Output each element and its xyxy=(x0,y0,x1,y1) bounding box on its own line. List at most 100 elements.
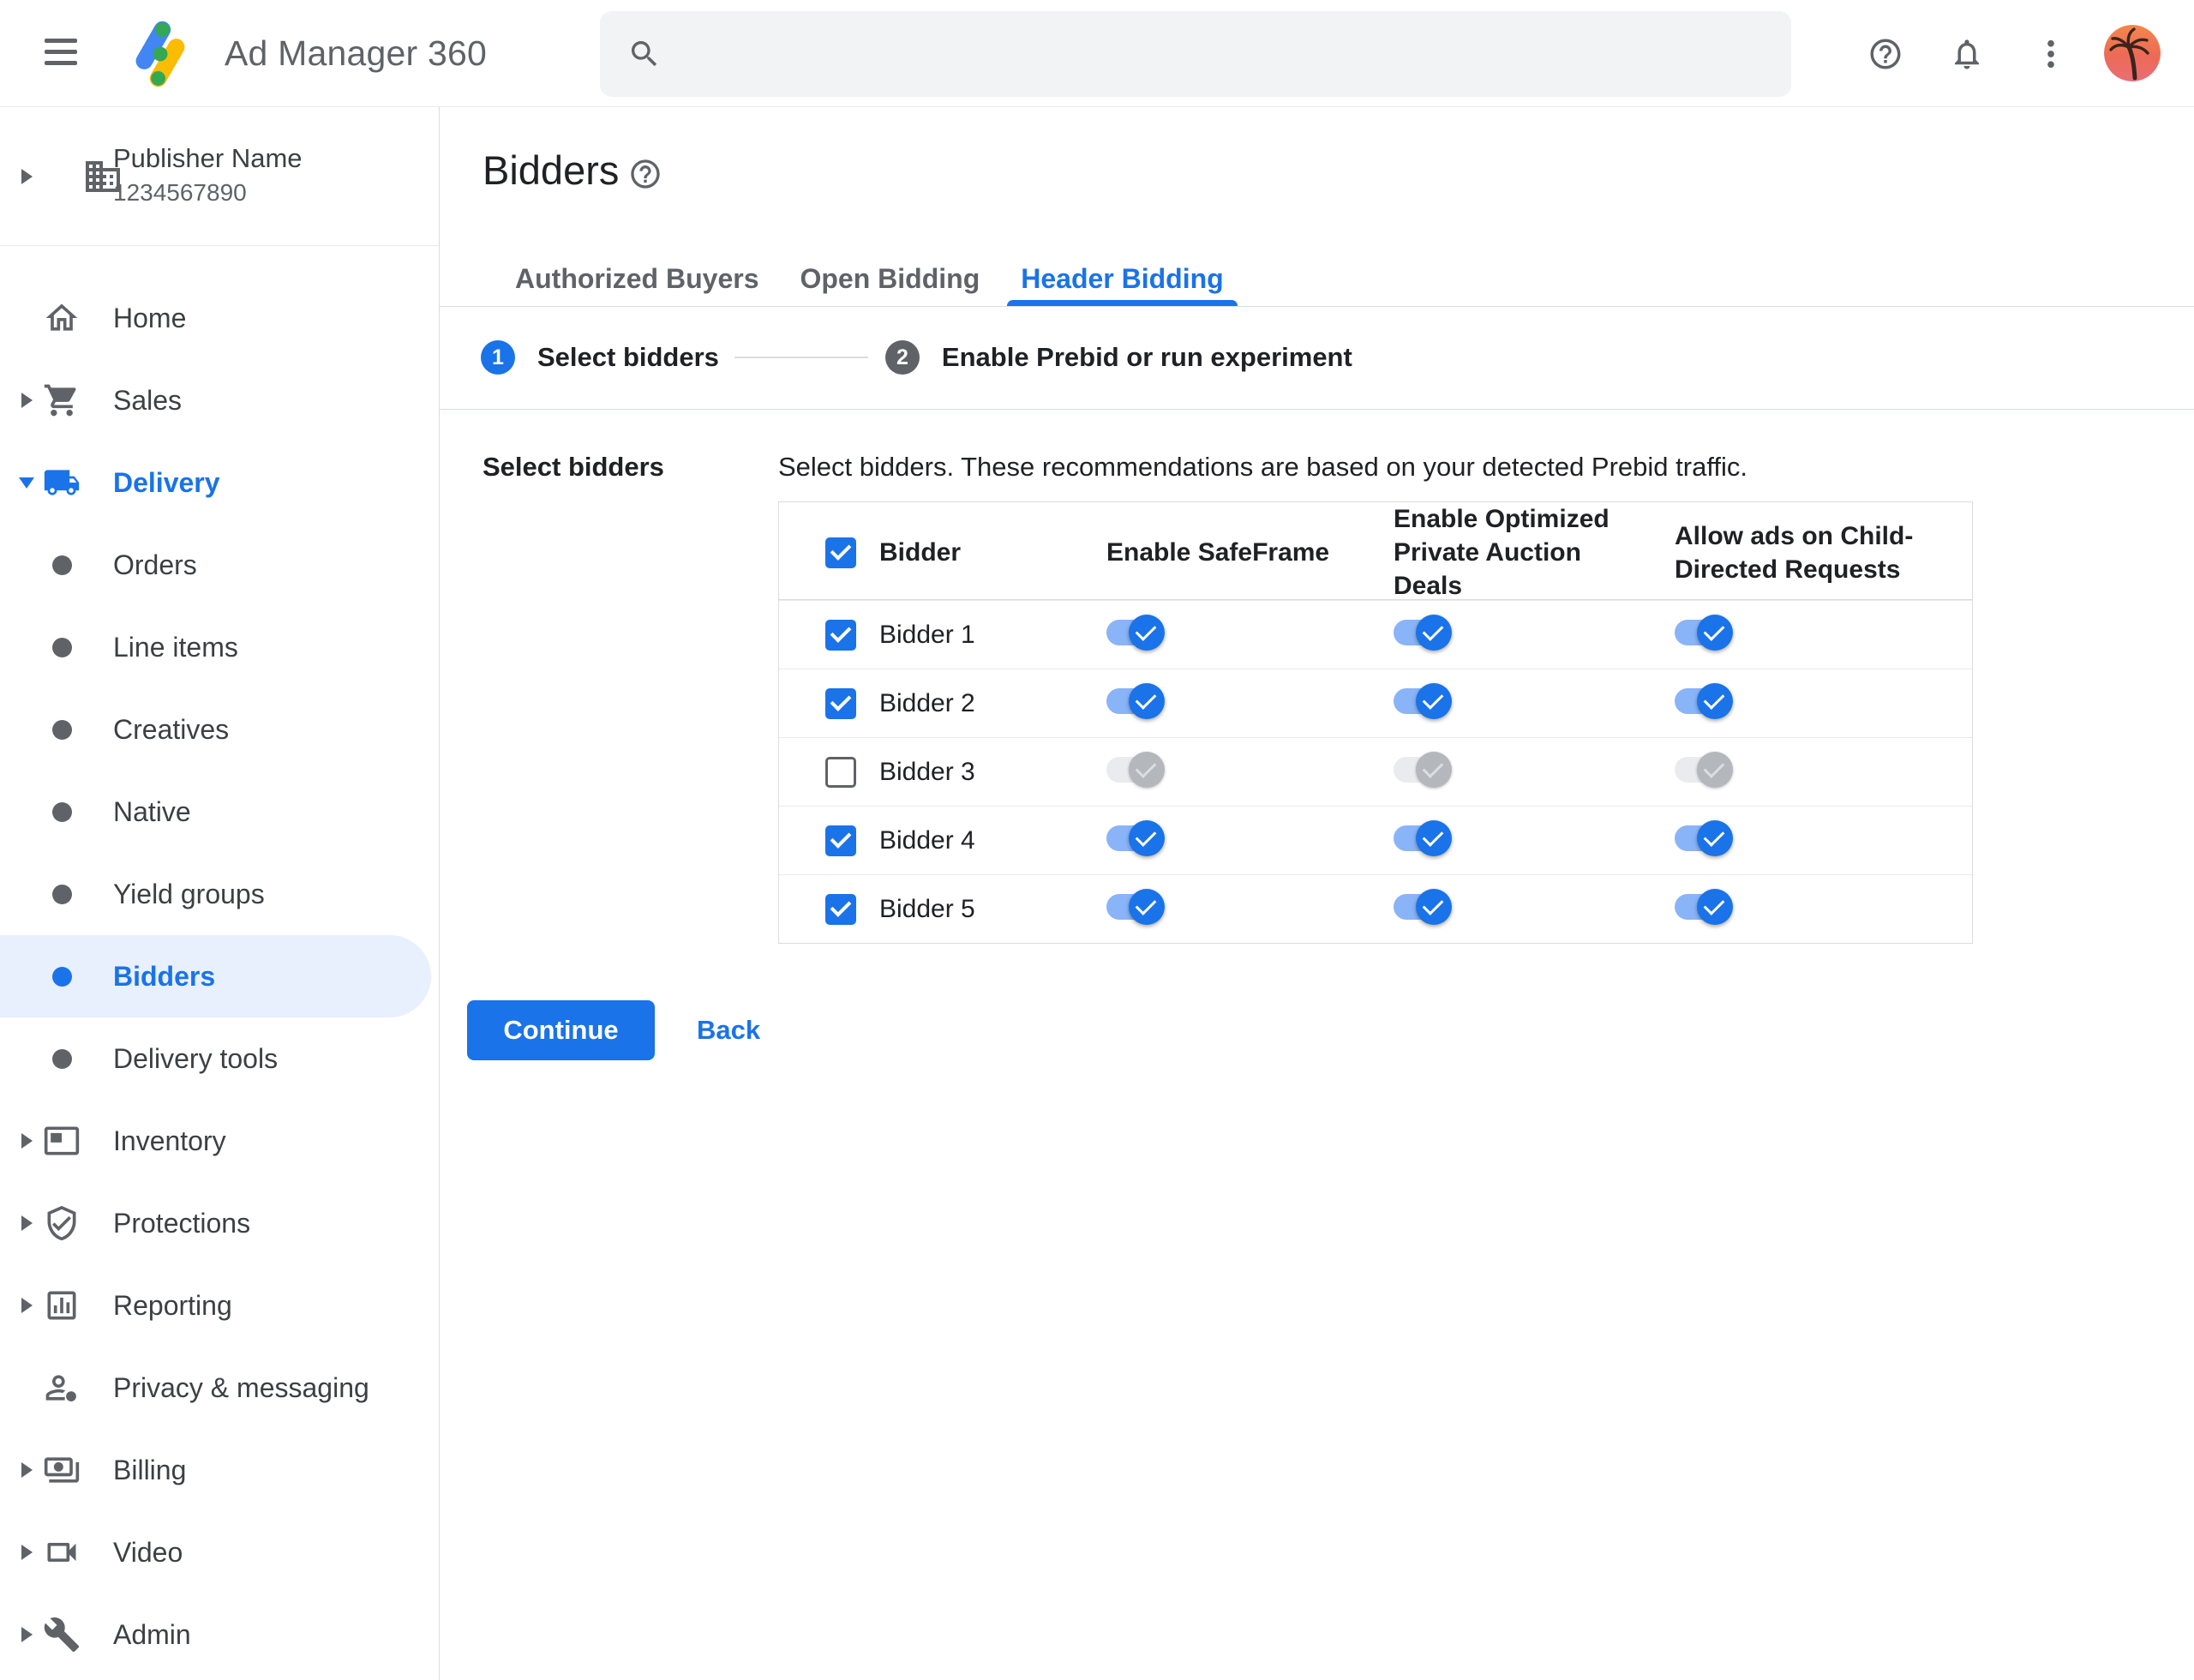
step-2-circle: 2 xyxy=(884,340,920,375)
sidebar-item-line-items[interactable]: Line items xyxy=(0,606,431,688)
child-directed-toggle[interactable] xyxy=(1675,683,1733,719)
sidebar-item-home[interactable]: Home xyxy=(0,277,431,359)
tab-open-bidding[interactable]: Open Bidding xyxy=(779,253,1000,306)
sidebar-item-creatives[interactable]: Creatives xyxy=(0,688,431,771)
optimized-deals-toggle[interactable] xyxy=(1394,889,1452,925)
tab-authorized-buyers[interactable]: Authorized Buyers xyxy=(495,253,779,306)
bidder-name: Bidder 3 xyxy=(879,757,975,786)
step-1-label: Select bidders xyxy=(537,342,719,372)
home-icon xyxy=(41,297,82,339)
select-all-checkbox[interactable] xyxy=(825,537,856,568)
table-row: Bidder 1 xyxy=(779,600,1972,669)
child-directed-toggle[interactable] xyxy=(1675,889,1733,925)
column-header-bidder: Bidder xyxy=(879,537,962,567)
safeframe-toggle[interactable] xyxy=(1106,683,1165,719)
notifications-bell-icon[interactable] xyxy=(1949,36,1985,72)
sidebar-item-privacy-messaging[interactable]: Privacy & messaging xyxy=(0,1347,431,1429)
app-title: Ad Manager 360 xyxy=(225,33,487,73)
chevron-right-icon xyxy=(21,1627,33,1642)
step-2-label: Enable Prebid or run experiment xyxy=(941,342,1352,372)
bidder-name: Bidder 5 xyxy=(879,894,975,923)
row-checkbox[interactable] xyxy=(825,756,856,788)
child-directed-toggle[interactable] xyxy=(1675,820,1733,856)
bullet-icon xyxy=(51,1048,72,1069)
row-checkbox[interactable] xyxy=(825,825,856,856)
sidebar-item-orders[interactable]: Orders xyxy=(0,524,431,606)
chevron-down-icon xyxy=(19,477,34,489)
table-row: Bidder 4 xyxy=(779,806,1972,874)
sidebar: Publisher Name 1234567890 Home Sales Del… xyxy=(0,107,440,1680)
bullet-icon xyxy=(51,637,72,657)
sidebar-item-video[interactable]: Video xyxy=(0,1511,431,1593)
stepper: 1 Select bidders 2 Enable Prebid or run … xyxy=(440,323,1352,392)
sidebar-item-native[interactable]: Native xyxy=(0,771,431,853)
optimized-deals-toggle[interactable] xyxy=(1394,752,1452,788)
page-title: Bidders xyxy=(483,147,620,193)
child-directed-toggle[interactable] xyxy=(1675,752,1733,788)
sidebar-item-inventory[interactable]: Inventory xyxy=(0,1100,431,1182)
sidebar-item-reporting[interactable]: Reporting xyxy=(0,1264,431,1347)
sidebar-item-delivery[interactable]: Delivery xyxy=(0,441,431,524)
chevron-right-icon xyxy=(21,1298,33,1313)
sidebar-item-bidders[interactable]: Bidders xyxy=(0,935,431,1017)
search-icon xyxy=(632,41,657,67)
bidder-name: Bidder 2 xyxy=(879,688,975,717)
sidebar-item-yield-groups[interactable]: Yield groups xyxy=(0,853,431,935)
chevron-right-icon xyxy=(21,393,33,408)
optimized-deals-toggle[interactable] xyxy=(1394,820,1452,856)
sidebar-item-protections[interactable]: Protections xyxy=(0,1182,431,1264)
bullet-icon xyxy=(51,719,72,740)
bar-chart-icon xyxy=(41,1285,82,1326)
optimized-deals-toggle[interactable] xyxy=(1394,615,1452,651)
chevron-right-icon xyxy=(21,1133,33,1149)
optimized-deals-toggle[interactable] xyxy=(1394,683,1452,719)
person-dot-icon xyxy=(41,1367,82,1408)
ad-unit-icon xyxy=(41,1120,82,1161)
help-icon[interactable] xyxy=(1867,36,1903,72)
safeframe-toggle[interactable] xyxy=(1106,820,1165,856)
continue-button[interactable]: Continue xyxy=(467,1000,655,1060)
safeframe-toggle[interactable] xyxy=(1106,889,1165,925)
sidebar-item-sales[interactable]: Sales xyxy=(0,359,431,441)
tab-bar: Authorized Buyers Open Bidding Header Bi… xyxy=(440,253,2194,307)
chevron-right-icon xyxy=(21,169,33,184)
videocam-icon xyxy=(41,1532,82,1573)
sidebar-item-delivery-tools[interactable]: Delivery tools xyxy=(0,1017,431,1100)
table-row: Bidder 2 xyxy=(779,669,1972,737)
publisher-switcher[interactable]: Publisher Name 1234567890 xyxy=(0,107,439,246)
sidebar-item-admin[interactable]: Admin xyxy=(0,1593,431,1676)
publisher-name: Publisher Name xyxy=(113,143,303,173)
truck-icon xyxy=(41,462,82,503)
page-help-icon[interactable] xyxy=(628,157,662,191)
step-1-circle: 1 xyxy=(481,340,515,375)
publisher-id: 1234567890 xyxy=(113,179,247,206)
section-label: Select bidders xyxy=(483,452,664,482)
column-header-safeframe: Enable SafeFrame xyxy=(1106,538,1330,567)
tab-header-bidding[interactable]: Header Bidding xyxy=(1000,253,1244,306)
row-checkbox[interactable] xyxy=(825,687,856,719)
bullet-icon xyxy=(51,966,72,987)
section-divider xyxy=(440,409,2194,410)
row-checkbox[interactable] xyxy=(825,893,856,925)
sidebar-item-billing[interactable]: Billing xyxy=(0,1429,431,1511)
chevron-right-icon xyxy=(21,1215,33,1231)
avatar[interactable] xyxy=(2104,25,2161,81)
safeframe-toggle[interactable] xyxy=(1106,752,1165,788)
safeframe-toggle[interactable] xyxy=(1106,615,1165,651)
ad-manager-logo-icon xyxy=(135,21,185,87)
bullet-icon xyxy=(51,884,72,904)
section-description: Select bidders. These recommendations ar… xyxy=(778,452,1748,482)
shield-check-icon xyxy=(41,1203,82,1244)
column-header-optimized-deals: Enable Optimized Private Auction Deals xyxy=(1394,505,1610,600)
table-row: Bidder 3 xyxy=(779,737,1972,806)
bidders-table: Bidder Enable SafeFrame Enable Optimized… xyxy=(778,501,1973,944)
child-directed-toggle[interactable] xyxy=(1675,615,1733,651)
table-row: Bidder 5 xyxy=(779,874,1972,943)
search-input[interactable] xyxy=(662,11,1791,97)
row-checkbox[interactable] xyxy=(825,619,856,651)
menu-icon[interactable] xyxy=(45,39,77,68)
search-bar xyxy=(600,11,1791,97)
table-header-row: Bidder Enable SafeFrame Enable Optimized… xyxy=(779,502,1972,600)
back-button[interactable]: Back xyxy=(697,1000,760,1060)
more-options-icon[interactable] xyxy=(2033,36,2069,72)
